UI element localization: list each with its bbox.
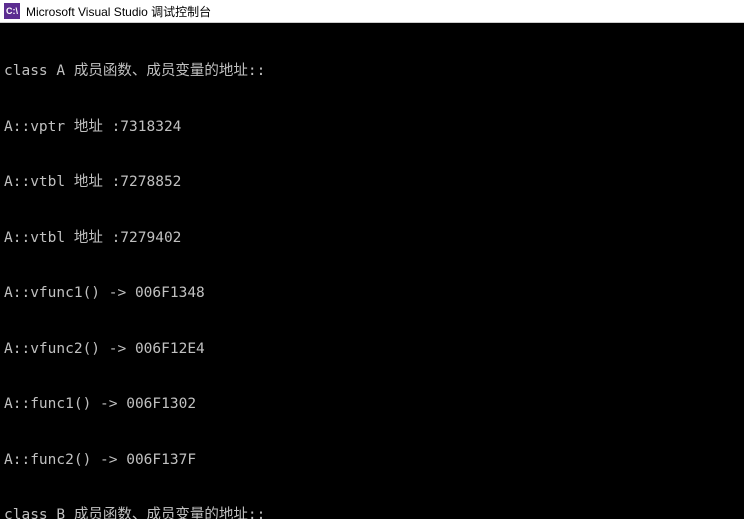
console-line: A::vfunc2() -> 006F12E4 [4,340,740,359]
console-line: A::vptr 地址 :7318324 [4,118,740,137]
app-icon-text: C:\ [6,6,18,16]
app-icon: C:\ [4,3,20,19]
console-line: class A 成员函数、成员变量的地址:: [4,62,740,81]
console-line: A::vtbl 地址 :7278852 [4,173,740,192]
console-line: class B 成员函数、成员变量的地址:: [4,506,740,519]
window-title: Microsoft Visual Studio 调试控制台 [26,3,211,20]
title-bar: C:\ Microsoft Visual Studio 调试控制台 [0,0,744,23]
console-line: A::func2() -> 006F137F [4,451,740,470]
console-line: A::func1() -> 006F1302 [4,395,740,414]
console-line: A::vfunc1() -> 006F1348 [4,284,740,303]
console-output[interactable]: class A 成员函数、成员变量的地址:: A::vptr 地址 :73183… [0,23,744,519]
console-line: A::vtbl 地址 :7279402 [4,229,740,248]
